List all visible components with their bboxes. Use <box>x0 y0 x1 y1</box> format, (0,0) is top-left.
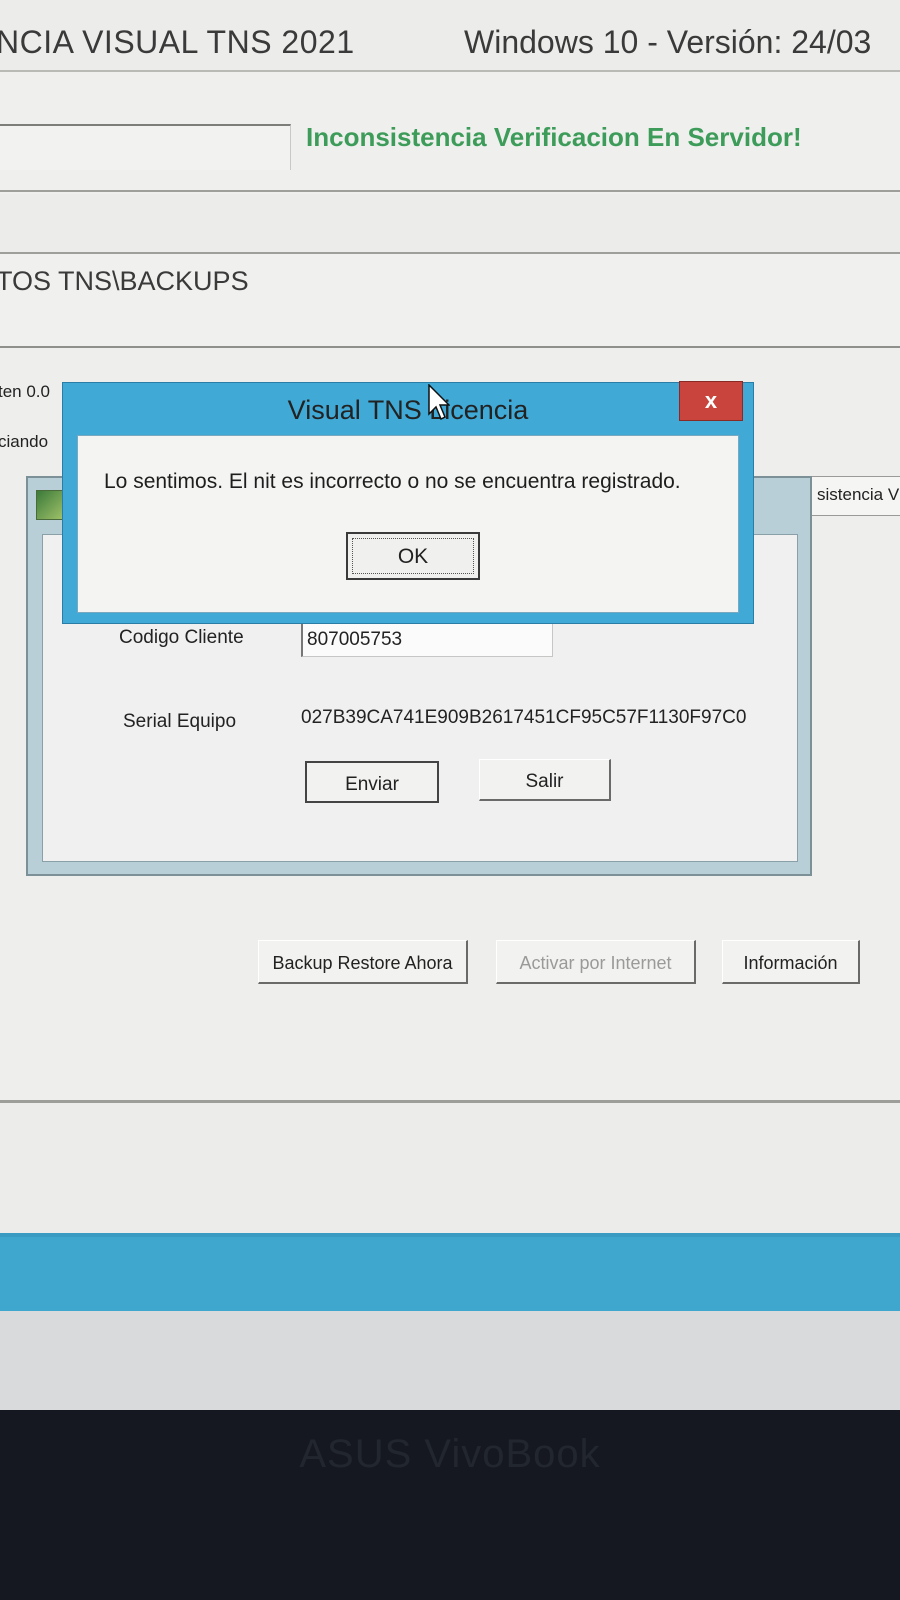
lower-panel <box>0 1103 900 1233</box>
partial-input-field[interactable] <box>0 124 291 170</box>
dialog-body: Lo sentimos. El nit es incorrecto o no s… <box>77 435 739 613</box>
client-code-label: Codigo Cliente <box>119 627 244 648</box>
serial-value: 027B39CA741E909B2617451CF95C57F1130F97C0 <box>301 707 747 728</box>
server-status-message: Inconsistencia Verificacion En Servidor! <box>306 122 802 152</box>
status-row: Inconsistencia Verificacion En Servidor! <box>0 72 900 192</box>
partial-label-right: sistencia V <box>808 476 900 516</box>
exit-button[interactable]: Salir <box>479 759 611 801</box>
ok-button-focus-ring <box>352 538 474 574</box>
taskbar <box>0 1237 900 1311</box>
window-title-bar: NCIA VISUAL TNS 2021 Windows 10 - Versió… <box>0 0 900 72</box>
close-icon[interactable]: x <box>679 381 743 421</box>
screen-bottom-edge <box>0 1311 900 1410</box>
os-version-label: Windows 10 - Versión: 24/03 <box>464 24 872 60</box>
partial-label-left-2: ciando <box>0 432 49 451</box>
activate-internet-button[interactable]: Activar por Internet <box>496 940 696 984</box>
mouse-cursor-icon <box>428 384 450 421</box>
information-button[interactable]: Información <box>722 940 860 984</box>
dialog-title: Visual TNS Licencia <box>287 395 529 425</box>
partial-label-left-1: ten 0.0 <box>0 382 50 401</box>
backup-restore-button[interactable]: Backup Restore Ahora <box>258 940 468 984</box>
error-dialog: Visual TNS Licencia x Lo sentimos. El ni… <box>62 381 754 624</box>
serial-label: Serial Equipo <box>123 711 237 732</box>
ok-button[interactable]: OK <box>346 532 480 580</box>
backup-path-row: TOS TNS\BACKUPS <box>0 254 900 348</box>
toolbar-row <box>0 194 900 254</box>
window-title: NCIA VISUAL TNS 2021 <box>0 24 355 60</box>
dialog-message: Lo sentimos. El nit es incorrecto o no s… <box>104 470 681 493</box>
screen: NCIA VISUAL TNS 2021 Windows 10 - Versió… <box>0 0 900 1410</box>
laptop-brand-logo: ASUS VivoBook <box>299 1432 601 1476</box>
send-button[interactable]: Enviar <box>305 761 439 803</box>
client-code-field[interactable]: 807005753 <box>301 623 553 657</box>
backup-path: TOS TNS\BACKUPS <box>0 266 249 296</box>
